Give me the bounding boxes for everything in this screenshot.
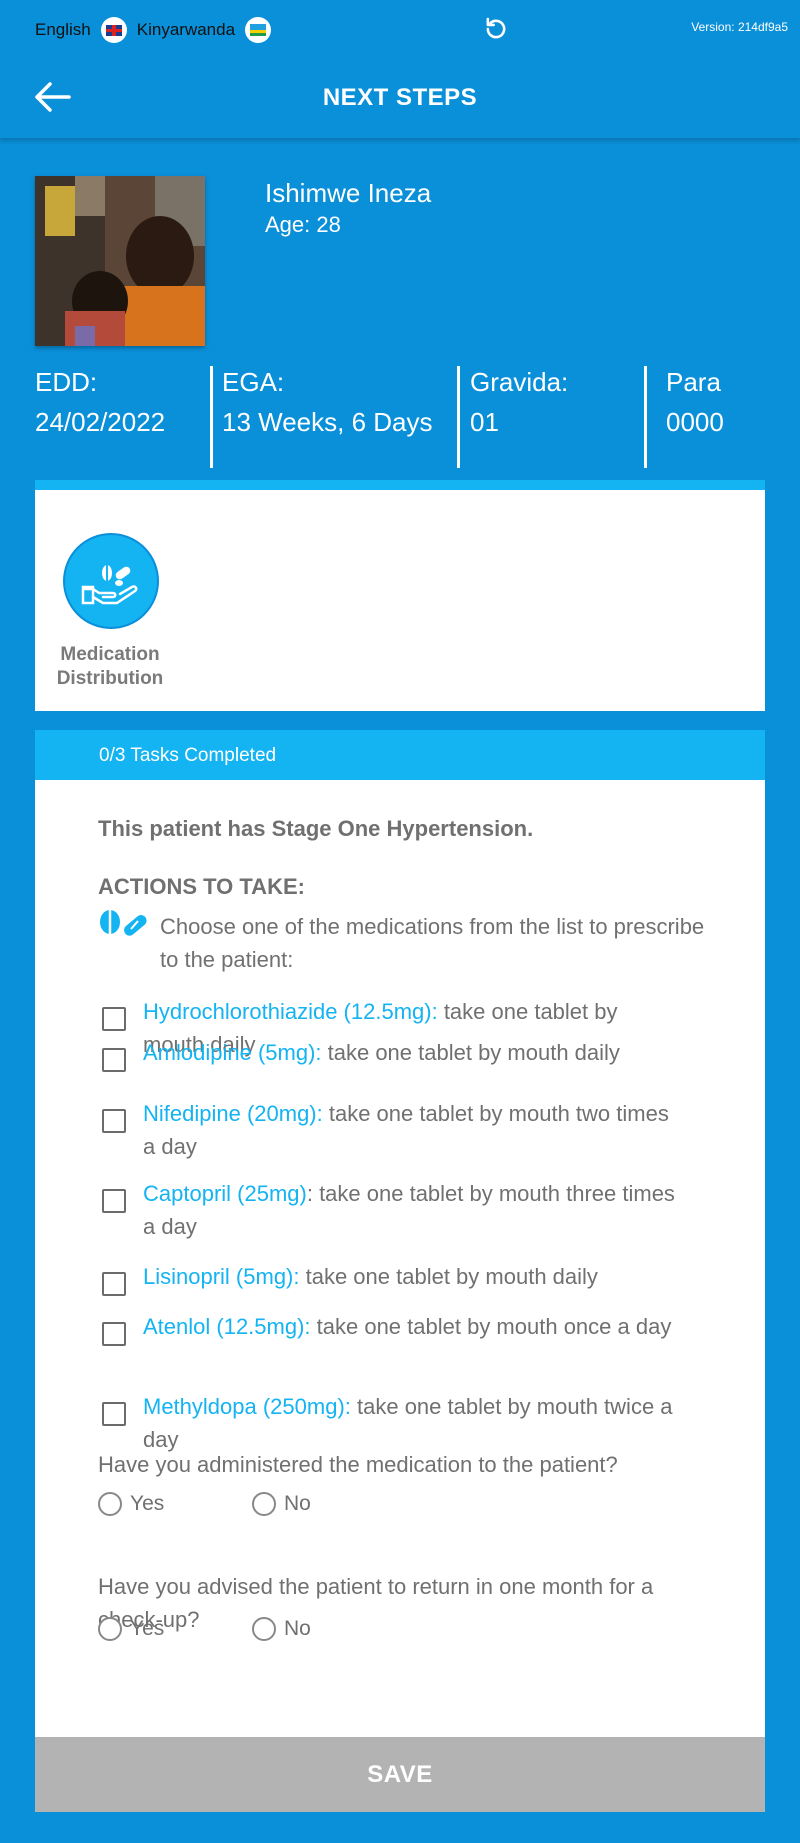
medication-distribution-button[interactable] <box>63 533 159 629</box>
checkbox[interactable] <box>102 1048 126 1072</box>
task-card: 0/3 Tasks Completed This patient has Sta… <box>35 730 765 1737</box>
patient-age: Age: 28 <box>265 212 341 237</box>
medication-dose: take one tablet by mouth daily <box>299 1264 598 1289</box>
checkbox[interactable] <box>102 1109 126 1133</box>
lang-english[interactable]: English <box>35 20 91 40</box>
medication-name: Atenlol (12.5mg): <box>143 1314 311 1339</box>
para-stat: Para 0000 <box>666 362 724 442</box>
refresh-icon[interactable] <box>482 15 510 43</box>
services-card: Medication Distribution <box>35 480 765 711</box>
medication-name: Methyldopa (250mg): <box>143 1394 351 1419</box>
checkbox[interactable] <box>102 1007 126 1031</box>
medication-dose: take one tablet by mouth daily <box>321 1040 620 1065</box>
save-button[interactable]: SAVE <box>35 1737 765 1812</box>
radio-label[interactable]: Yes <box>130 1617 164 1641</box>
stat-label: Para <box>666 367 721 397</box>
medication-name: Nifedipine (20mg): <box>143 1101 323 1126</box>
stat-label: EGA: <box>222 367 285 397</box>
radio-administered-yes[interactable] <box>98 1492 122 1516</box>
stat-value: 0000 <box>666 407 724 437</box>
instruction-text: Choose one of the medications from the l… <box>160 914 705 972</box>
radio-label[interactable]: No <box>284 1492 311 1516</box>
hand-pills-icon <box>81 565 138 605</box>
question-check-up: Have you advised the patient to return i… <box>98 1574 654 1632</box>
stat-value: 13 Weeks, 6 Days <box>222 407 433 437</box>
edd-stat: EDD: 24/02/2022 <box>35 362 165 442</box>
gravida-stat: Gravida: 01 <box>470 362 568 442</box>
lang-kinyarwanda[interactable]: Kinyarwanda <box>137 20 235 40</box>
radio-label[interactable]: Yes <box>130 1492 164 1516</box>
version-label: Version: 214df9a5 <box>691 20 788 34</box>
checkbox[interactable] <box>102 1272 126 1296</box>
ega-stat: EGA: 13 Weeks, 6 Days <box>222 362 433 442</box>
radio-label[interactable]: No <box>284 1617 311 1641</box>
radio-administered-no[interactable] <box>252 1492 276 1516</box>
app-header: English Kinyarwanda Version: 214df9a5 NE… <box>0 0 800 138</box>
checkbox[interactable] <box>102 1322 126 1346</box>
rwanda-flag-icon[interactable] <box>245 17 272 43</box>
medication-name: Hydrochlorothiazide (12.5mg): <box>143 999 438 1024</box>
uk-flag-icon[interactable] <box>100 17 127 43</box>
diagnosis-text: This patient has Stage One Hypertension. <box>98 816 534 841</box>
medication-distribution-label: Medication Distribution <box>56 644 164 689</box>
pills-icon <box>100 910 147 936</box>
medication-dose: take one tablet by mouth once a day <box>310 1314 672 1339</box>
stat-label: Gravida: <box>470 367 569 397</box>
radio-checkup-yes[interactable] <box>98 1617 122 1641</box>
medication-name: Amlodipine (5mg): <box>143 1040 322 1065</box>
stat-value: 01 <box>470 407 499 437</box>
patient-photo <box>35 176 205 346</box>
language-switcher: English Kinyarwanda <box>35 17 272 43</box>
tasks-progress: 0/3 Tasks Completed <box>35 730 765 780</box>
radio-checkup-no[interactable] <box>252 1617 276 1641</box>
page-title: NEXT STEPS <box>322 84 478 111</box>
medication-name: Lisinopril (5mg): <box>143 1264 300 1289</box>
divider <box>644 366 647 468</box>
stat-label: EDD: <box>35 367 98 397</box>
divider <box>457 366 460 468</box>
patient-name: Ishimwe Ineza <box>265 178 432 208</box>
stat-value: 24/02/2022 <box>35 407 166 437</box>
medication-name: Captopril (25mg) <box>143 1181 307 1206</box>
checkbox[interactable] <box>102 1189 126 1213</box>
actions-heading: ACTIONS TO TAKE: <box>98 874 305 899</box>
divider <box>210 366 213 468</box>
checkbox[interactable] <box>102 1402 126 1426</box>
question-administered: Have you administered the medication to … <box>98 1452 618 1477</box>
